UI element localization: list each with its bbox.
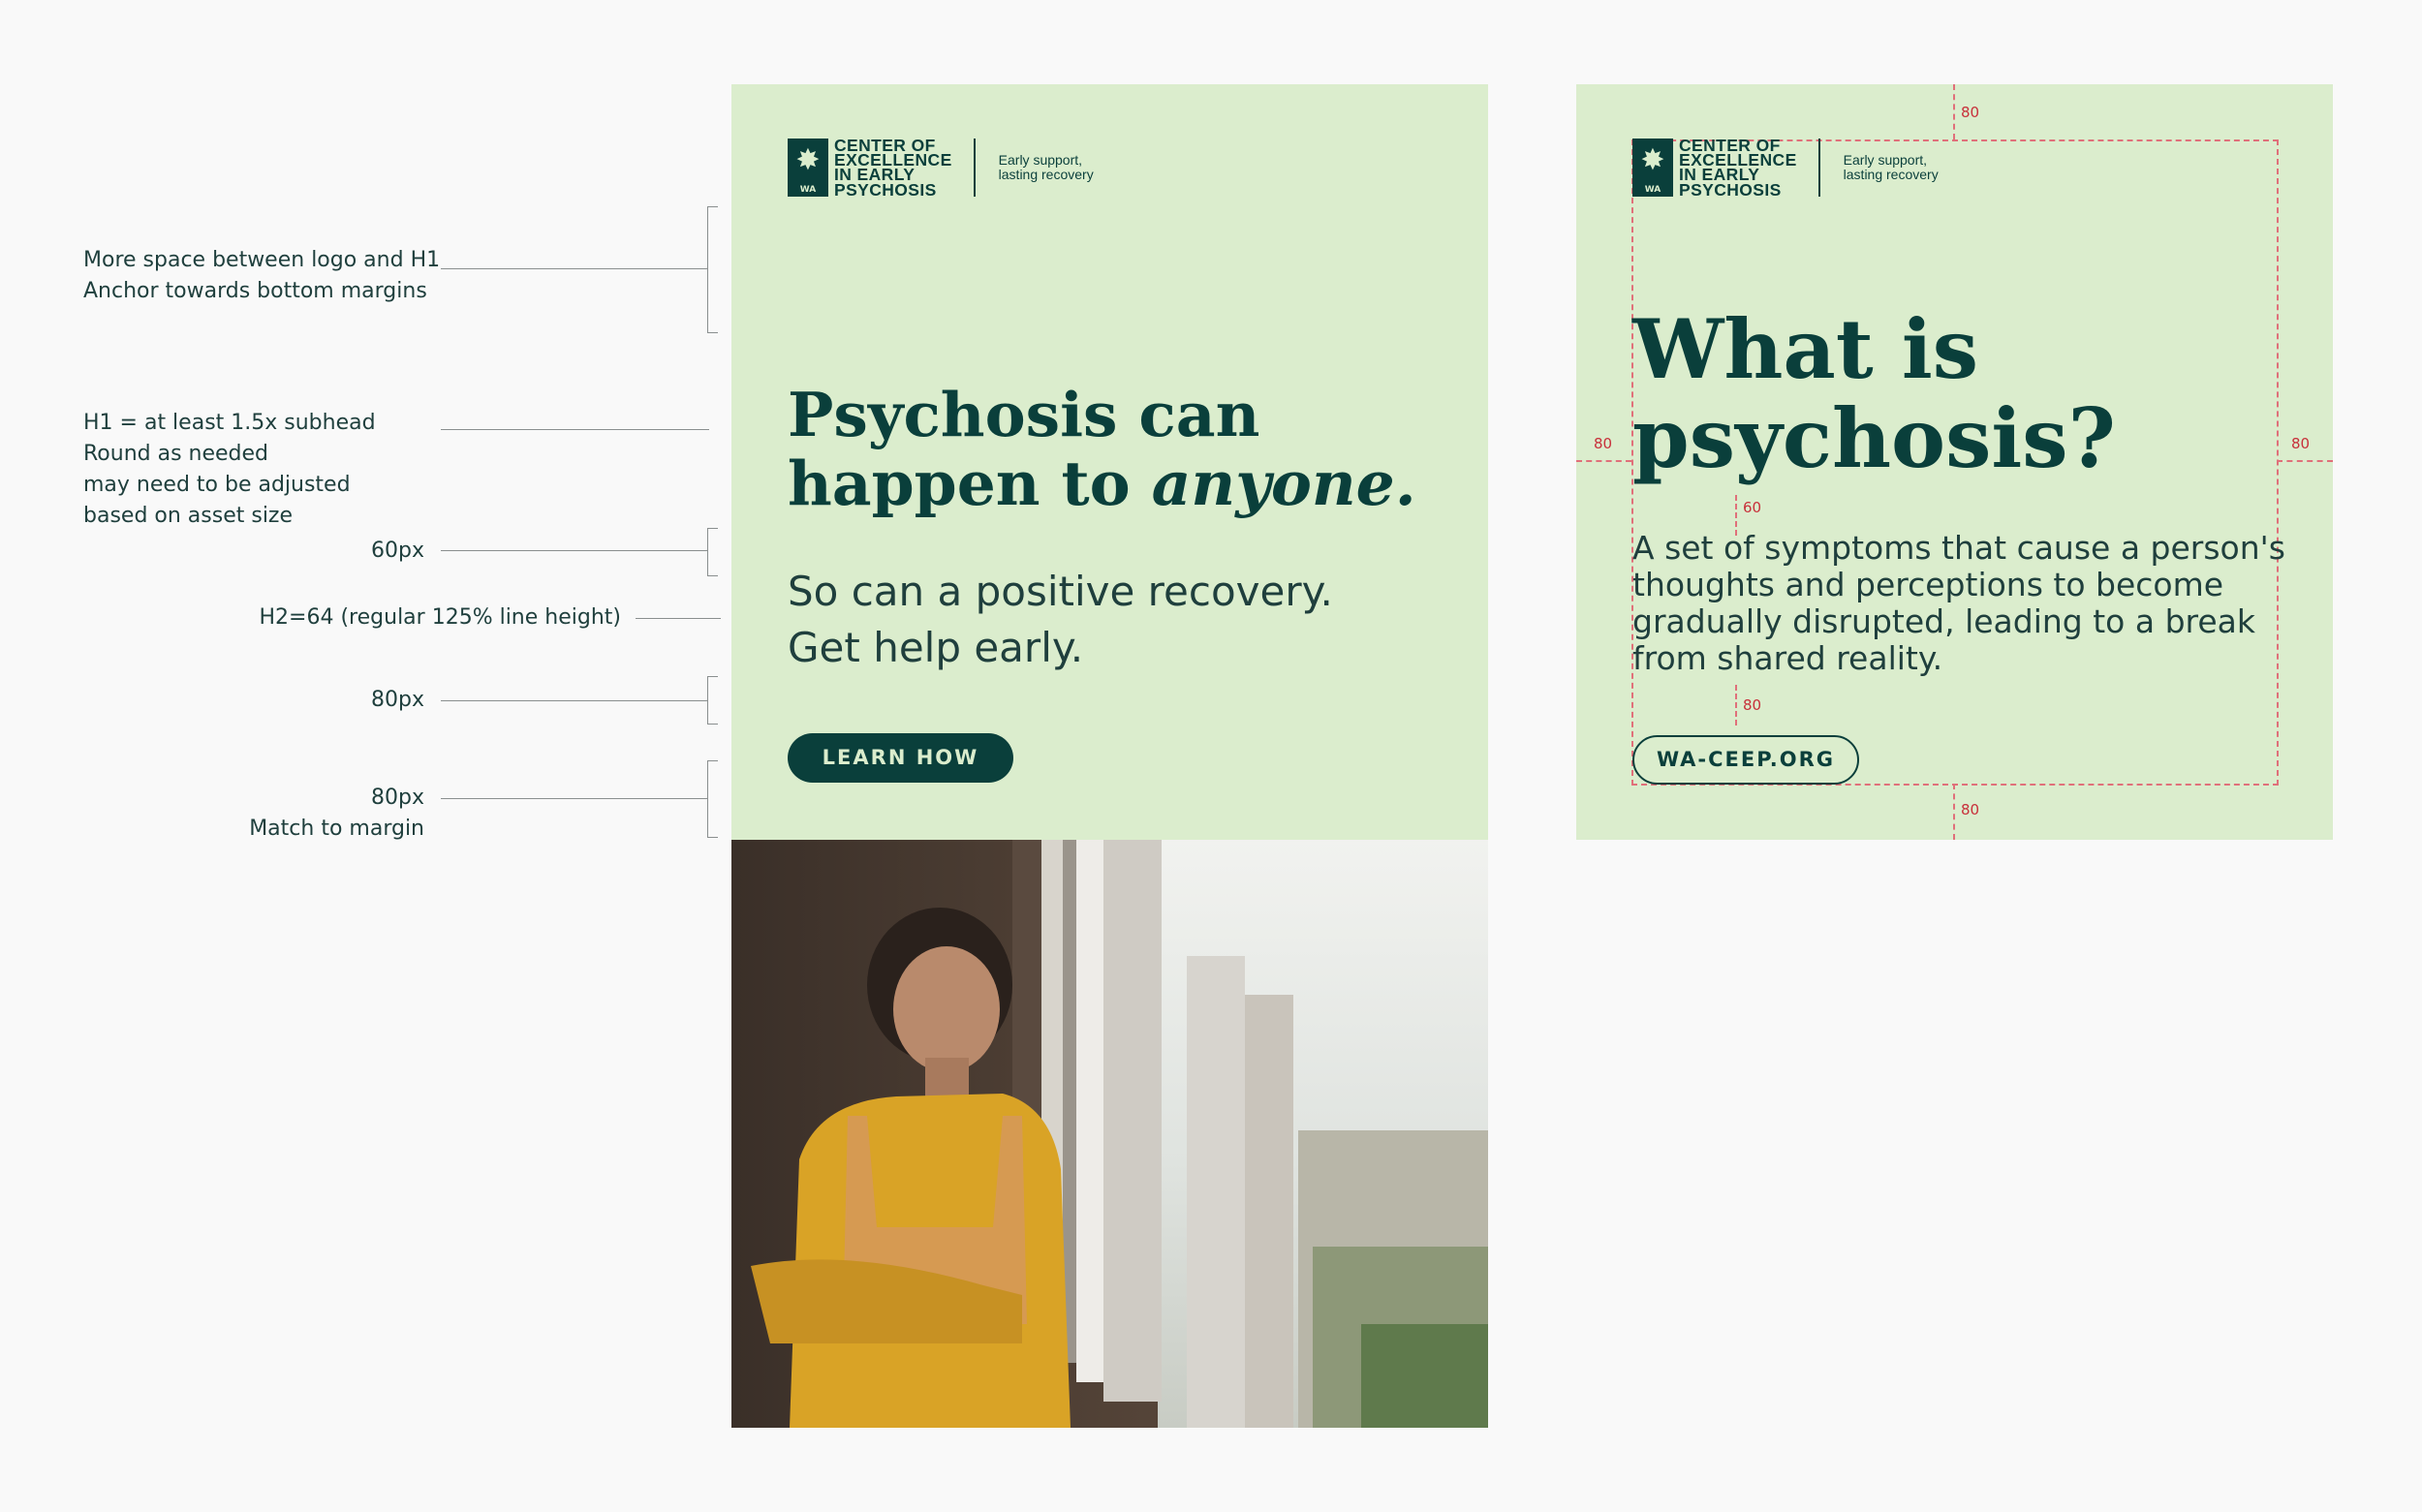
brand-logo: ✸ WA CENTER OF EXCELLENCE IN EARLY PSYCH… bbox=[1632, 137, 1939, 200]
subhead: So can a positive recovery. Get help ear… bbox=[788, 564, 1333, 676]
annotation-leader-line bbox=[441, 429, 709, 430]
body-line: gradually disrupted, leading to a break bbox=[1632, 602, 2256, 640]
tagline-line: lasting recovery bbox=[998, 167, 1094, 183]
guide-marker bbox=[1953, 784, 1955, 840]
headline-line: happen to anyone. bbox=[788, 449, 1416, 518]
body-text: A set of symptoms that cause a person's … bbox=[1632, 530, 2285, 677]
tagline-line: Early support, bbox=[1843, 152, 1928, 169]
subhead-line: Get help early. bbox=[788, 624, 1084, 671]
headline-line: What is bbox=[1632, 301, 1979, 397]
brand-name-line: PSYCHOSIS bbox=[834, 179, 937, 200]
headline-line: psychosis? bbox=[1632, 390, 2116, 486]
annotation-bracket bbox=[707, 676, 718, 725]
annotation-text: may need to be adjusted bbox=[83, 473, 351, 497]
brand-mark-icon: ✸ WA bbox=[788, 139, 828, 198]
annotation-text: based on asset size bbox=[83, 504, 294, 528]
guide-label-right: 80 bbox=[2291, 435, 2311, 452]
annotation-text: H2=64 (regular 125% line height) bbox=[259, 605, 621, 630]
annotation-text: Match to margin bbox=[249, 817, 424, 841]
annotation-text: 80px bbox=[371, 786, 424, 810]
ad-right-panel: 80 80 80 60 80 80 ✸ WA CENTER OF EXCELLE… bbox=[1576, 84, 2333, 840]
brand-name: CENTER OF EXCELLENCE IN EARLY PSYCHOSIS bbox=[834, 137, 952, 200]
brand-logo: ✸ WA CENTER OF EXCELLENCE IN EARLY PSYCH… bbox=[788, 137, 1094, 200]
website-button[interactable]: WA-CEEP.ORG bbox=[1632, 735, 1859, 785]
annotation-text: 80px bbox=[371, 688, 424, 712]
guide-marker bbox=[2277, 460, 2333, 462]
guide-marker bbox=[1735, 685, 1737, 725]
guide-marker bbox=[1953, 84, 1955, 139]
annotation-bracket bbox=[707, 760, 718, 838]
tagline-line: lasting recovery bbox=[1843, 167, 1939, 183]
annotation-text: Anchor towards bottom margins bbox=[83, 279, 427, 303]
guide-label-top: 80 bbox=[1961, 104, 1980, 121]
subhead-line: So can a positive recovery. bbox=[788, 568, 1333, 615]
annotation-text: More space between logo and H1 bbox=[83, 248, 441, 272]
headline-text: happen to bbox=[788, 447, 1152, 519]
ad-left-panel: ✸ WA CENTER OF EXCELLENCE IN EARLY PSYCH… bbox=[731, 84, 1488, 840]
body-line: thoughts and perceptions to become bbox=[1632, 566, 2224, 603]
annotation-bracket bbox=[707, 206, 718, 333]
tagline-line: Early support, bbox=[998, 152, 1083, 169]
guide-label-left: 80 bbox=[1594, 435, 1613, 452]
guide-label-gap: 80 bbox=[1743, 696, 1762, 714]
brand-tagline: Early support, lasting recovery bbox=[999, 153, 1094, 182]
brand-mark-label: WA bbox=[1644, 185, 1661, 196]
annotation-leader-line bbox=[441, 798, 707, 799]
brand-mark-label: WA bbox=[799, 185, 817, 196]
annotation-text: Round as needed bbox=[83, 442, 269, 466]
guide-label-bottom: 80 bbox=[1961, 801, 1980, 818]
annotation-leader-line bbox=[636, 618, 721, 619]
hero-photo-illustration bbox=[731, 840, 1488, 1428]
body-line: from shared reality. bbox=[1632, 639, 1943, 677]
headline-line: Psychosis can bbox=[788, 379, 1260, 450]
annotation-leader-line bbox=[441, 268, 707, 269]
star-icon: ✸ bbox=[795, 143, 821, 178]
headline-emphasis: anyone. bbox=[1151, 447, 1416, 519]
annotation-text: H1 = at least 1.5x subhead bbox=[83, 411, 376, 435]
annotation-leader-line bbox=[441, 700, 707, 701]
hero-photo bbox=[731, 840, 1488, 1428]
headline: Psychosis can happen to anyone. bbox=[788, 381, 1416, 518]
annotation-bracket bbox=[707, 528, 718, 576]
brand-divider bbox=[1817, 139, 1820, 198]
brand-name-line: PSYCHOSIS bbox=[1679, 179, 1782, 200]
star-icon: ✸ bbox=[1640, 143, 1665, 178]
annotation-leader-line bbox=[441, 550, 707, 551]
brand-name: CENTER OF EXCELLENCE IN EARLY PSYCHOSIS bbox=[1679, 137, 1797, 200]
annotation-text: 60px bbox=[371, 539, 424, 563]
brand-tagline: Early support, lasting recovery bbox=[1844, 153, 1939, 182]
headline: What is psychosis? bbox=[1632, 305, 2116, 483]
brand-mark-icon: ✸ WA bbox=[1632, 139, 1673, 198]
body-line: A set of symptoms that cause a person's bbox=[1632, 529, 2285, 567]
brand-divider bbox=[973, 139, 976, 198]
guide-label-gap: 60 bbox=[1743, 499, 1762, 516]
learn-how-button[interactable]: LEARN HOW bbox=[788, 733, 1013, 783]
guide-marker bbox=[1576, 460, 1631, 462]
